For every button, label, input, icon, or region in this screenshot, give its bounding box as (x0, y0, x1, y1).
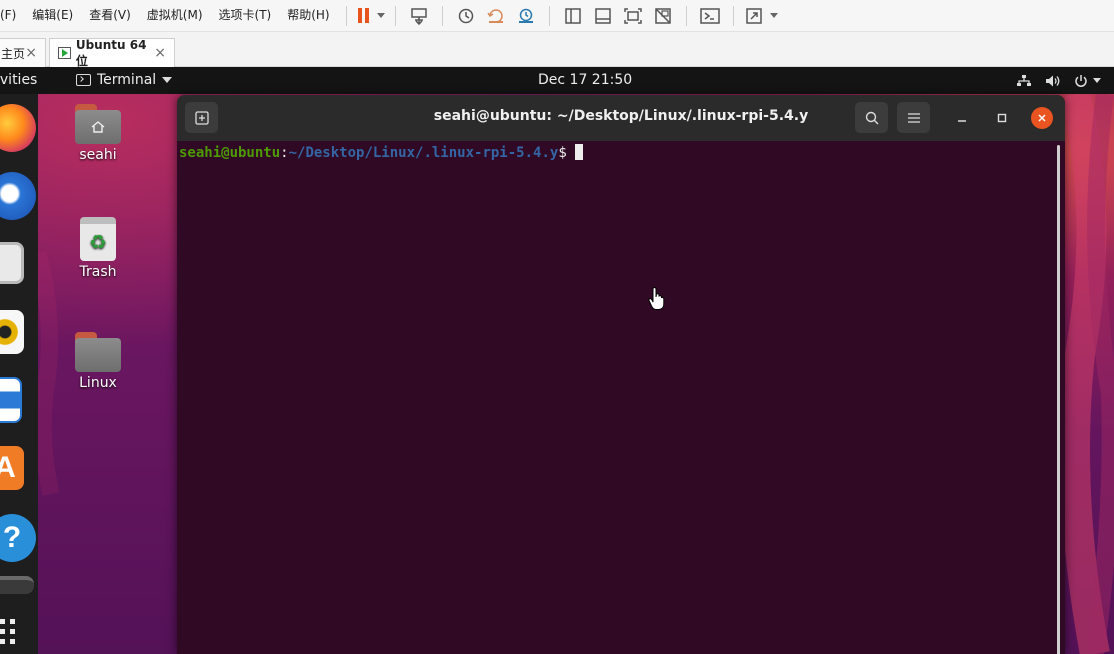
pause-vm-button[interactable] (357, 3, 385, 29)
terminal-icon (76, 74, 91, 86)
unity-mode-icon (654, 7, 671, 24)
minimize-icon (958, 120, 966, 122)
toolbar-separator (345, 5, 347, 26)
tab-label: 主页 (1, 46, 26, 61)
terminal-headerbar[interactable]: seahi@ubuntu: ~/Desktop/Linux/.linux-rpi… (177, 95, 1065, 141)
desktop-icon-linux[interactable]: Linux (68, 332, 128, 391)
text-cursor (574, 144, 583, 160)
pause-icon (358, 8, 363, 23)
hamburger-menu-icon (907, 112, 920, 123)
gnome-top-bar: ivities Terminal Dec 17 21:50 (0, 67, 1114, 94)
system-tray[interactable] (1016, 67, 1114, 94)
revert-snapshot-button[interactable] (483, 3, 509, 29)
console-icon (699, 7, 720, 24)
search-button[interactable] (855, 102, 888, 133)
snapshot-manager-button[interactable] (513, 3, 539, 29)
close-icon[interactable]: × (154, 46, 166, 60)
maximize-icon (997, 113, 1007, 123)
menu-vm[interactable]: 虚拟机(M) (139, 0, 211, 32)
close-window-button[interactable] (1031, 107, 1053, 129)
snapshot-manager-icon (518, 8, 533, 23)
libreoffice-writer-icon[interactable] (0, 377, 22, 423)
close-icon (1038, 114, 1046, 122)
library-icon (564, 7, 581, 24)
terminal-output-area[interactable]: seahi@ubuntu:~/Desktop/Linux/.linux-rpi-… (177, 141, 1065, 654)
network-icon (1016, 74, 1032, 88)
menu-view[interactable]: 查看(V) (81, 0, 139, 32)
trash-icon: ♻ (80, 217, 116, 261)
app-menu-terminal[interactable]: Terminal (76, 72, 173, 88)
shell-prompt: seahi@ubuntu:~/Desktop/Linux/.linux-rpi-… (179, 144, 583, 161)
terminal-window[interactable]: seahi@ubuntu: ~/Desktop/Linux/.linux-rpi… (177, 95, 1065, 654)
home-folder-icon (75, 104, 121, 144)
ubuntu-dock: A ? (0, 94, 38, 654)
snapshot-icon (458, 8, 473, 23)
snapshot-button[interactable] (453, 3, 479, 29)
desktop-icon-trash[interactable]: ♻ Trash (68, 217, 128, 280)
desktop-icon-label: Trash (79, 264, 117, 280)
menu-file[interactable]: (F) (0, 0, 24, 32)
hamburger-menu-button[interactable] (897, 102, 930, 133)
power-icon (1074, 74, 1101, 88)
chevron-down-icon (162, 77, 173, 83)
send-ctrl-alt-del-button[interactable] (406, 3, 432, 29)
maximize-button[interactable] (991, 107, 1013, 129)
vm-running-icon (58, 47, 71, 59)
volume-icon (1045, 74, 1061, 88)
rhythmbox-icon[interactable] (0, 310, 24, 354)
folder-icon (75, 332, 121, 372)
prompt-path: ~/Desktop/Linux/.linux-rpi-5.4.y (288, 145, 559, 161)
full-screen-button[interactable] (620, 3, 646, 29)
full-screen-icon (623, 7, 642, 24)
search-icon (865, 111, 878, 124)
prompt-symbol: $ (558, 145, 567, 161)
menu-edit[interactable]: 编辑(E) (24, 0, 81, 32)
minimize-button[interactable] (951, 107, 973, 129)
wallpaper-decoration (1065, 94, 1114, 654)
thunderbird-icon[interactable] (0, 172, 36, 220)
terminal-title: seahi@ubuntu: ~/Desktop/Linux/.linux-rpi… (433, 108, 809, 124)
files-icon[interactable] (0, 242, 24, 284)
thumbnail-bar-button[interactable] (590, 3, 616, 29)
thumbnail-bar-icon (594, 7, 611, 24)
clock[interactable]: Dec 17 21:50 (538, 72, 632, 88)
desktop-icon-label: Linux (79, 375, 117, 391)
tab-ubuntu-vm[interactable]: Ubuntu 64 位 × (49, 37, 175, 68)
desktop-icon-home[interactable]: seahi (68, 104, 128, 163)
console-view-button[interactable] (697, 3, 723, 29)
activities-button[interactable]: ivities (0, 72, 37, 88)
tab-home[interactable]: 主页 × (0, 38, 46, 67)
menu-help[interactable]: 帮助(H) (279, 0, 337, 32)
app-menu-label: Terminal (97, 72, 157, 88)
chevron-down-icon (1093, 78, 1101, 83)
help-icon[interactable]: ? (0, 514, 36, 562)
desktop-icon-label: seahi (79, 147, 117, 163)
vmware-tabbar: 主页 × Ubuntu 64 位 × (0, 32, 1114, 68)
tab-label: Ubuntu 64 位 (75, 37, 147, 68)
ubuntu-software-icon[interactable]: A (0, 446, 24, 490)
close-icon[interactable]: × (25, 46, 37, 60)
hand-pointer-icon (648, 287, 665, 310)
prompt-separator: : (280, 145, 289, 161)
show-applications-icon[interactable] (0, 617, 20, 647)
ubuntu-guest-screen[interactable]: ivities Terminal Dec 17 21:50 A ? seahi … (0, 67, 1114, 654)
chevron-down-icon (769, 13, 778, 18)
show-library-button[interactable] (560, 3, 586, 29)
firefox-icon[interactable] (0, 104, 36, 152)
chevron-down-icon (376, 13, 385, 18)
vmware-menubar: (F) 编辑(E) 查看(V) 虚拟机(M) 选项卡(T) 帮助(H) (0, 0, 1114, 32)
revert-snapshot-icon (486, 8, 503, 23)
unity-mode-button[interactable] (650, 3, 676, 29)
stretch-icon (745, 7, 762, 24)
stretch-view-button[interactable] (744, 3, 778, 29)
removable-drive-icon[interactable] (0, 576, 34, 594)
screen: (F) 编辑(E) 查看(V) 虚拟机(M) 选项卡(T) 帮助(H) 主页 ×… (0, 0, 1114, 654)
terminal-scrollbar[interactable] (1057, 145, 1060, 654)
menu-tabs[interactable]: 选项卡(T) (211, 0, 280, 32)
prompt-user-host: seahi@ubuntu (179, 145, 281, 161)
keyboard-send-icon (410, 7, 427, 25)
